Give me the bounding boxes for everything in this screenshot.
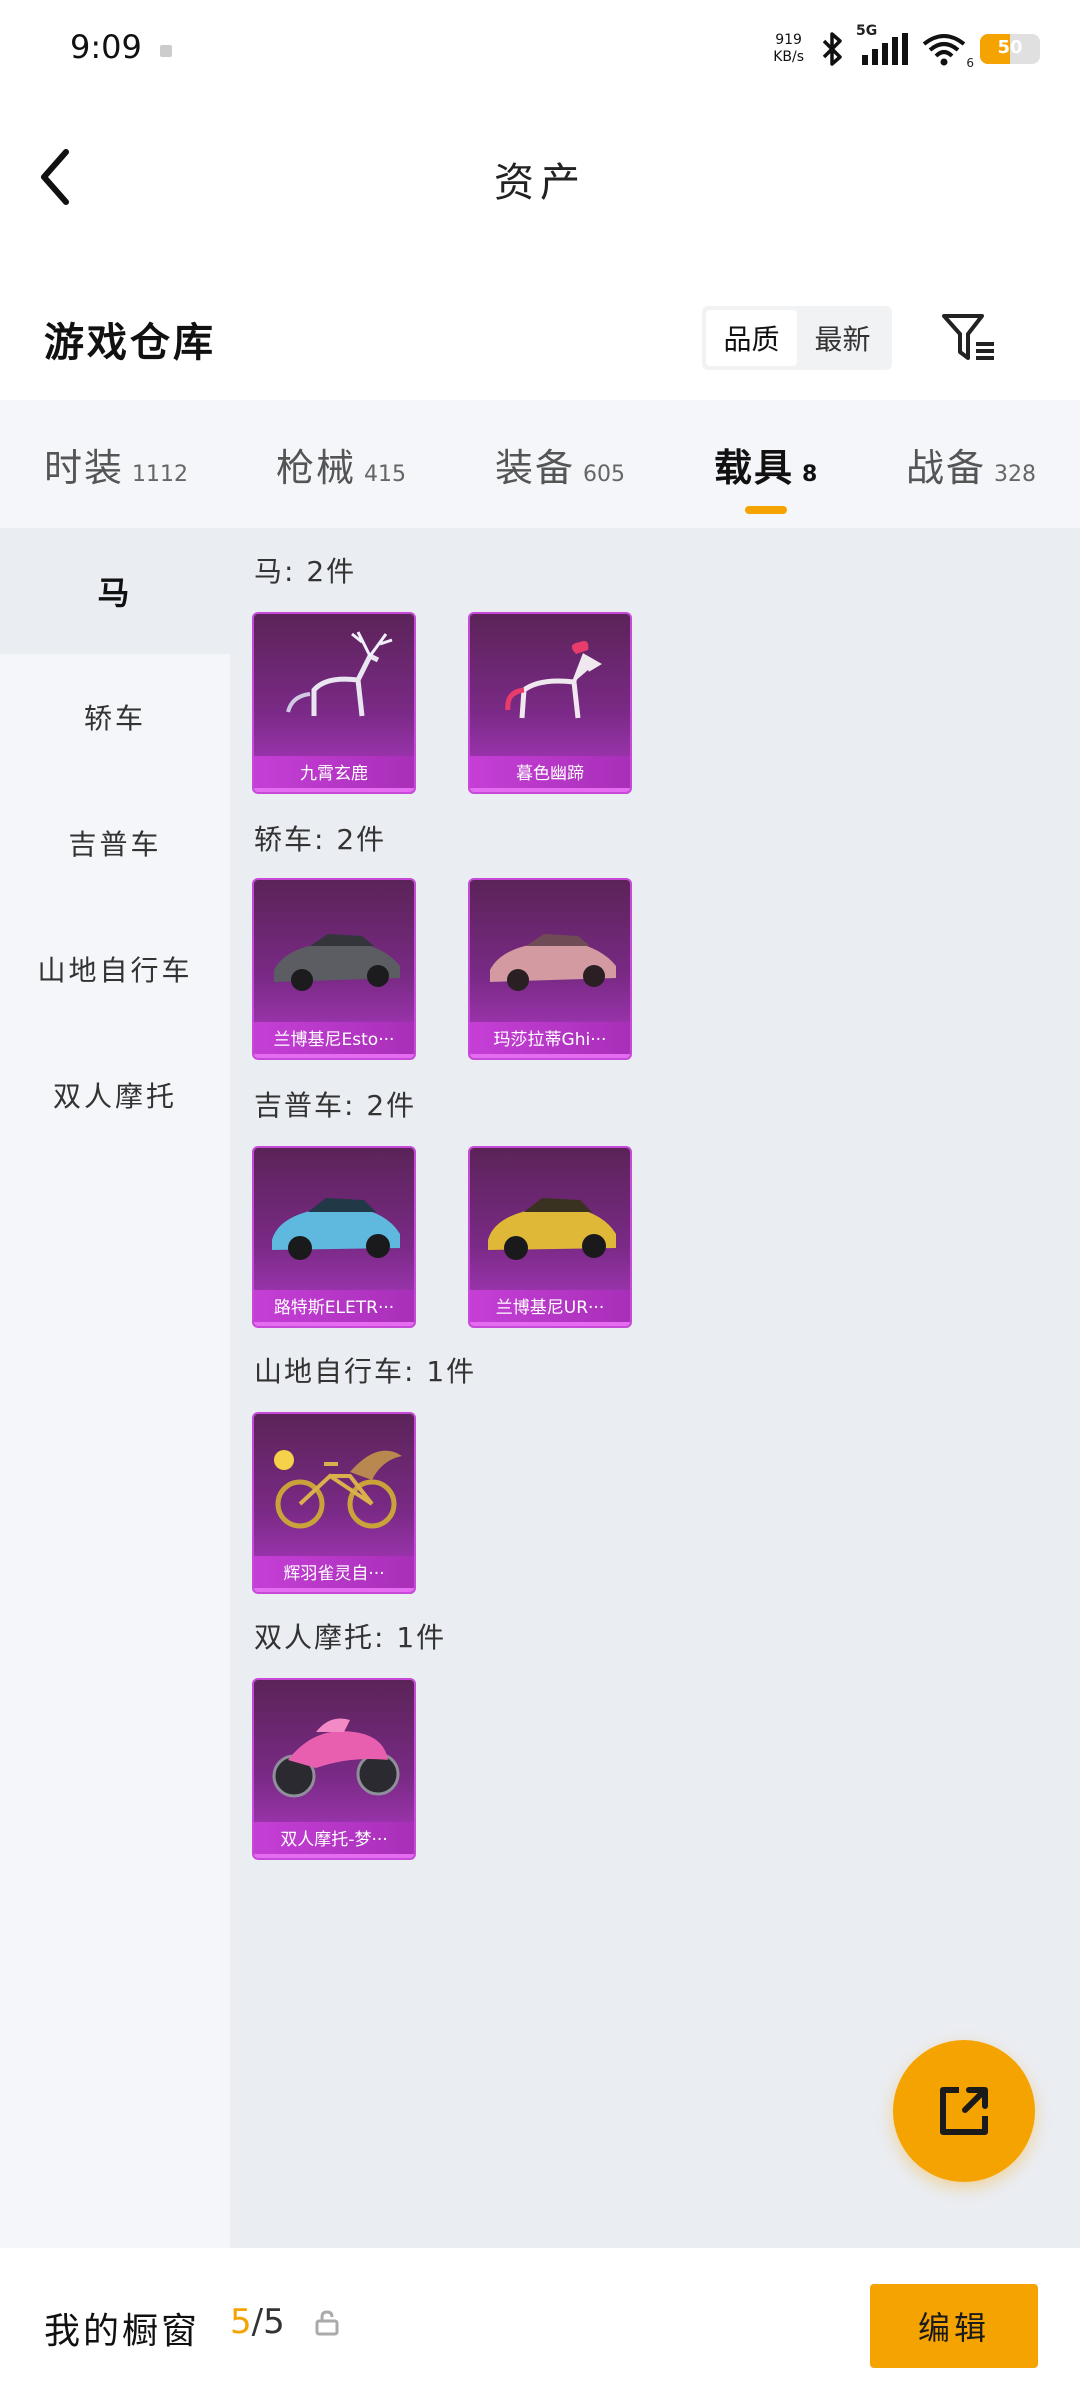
group-title-tandem-motorcycle: 双人摩托: 1件 — [254, 1621, 447, 1654]
sidebar-item-sedan[interactable]: 轿车 — [0, 654, 230, 780]
filter-icon — [942, 314, 994, 360]
page-title: 资产 — [494, 160, 586, 206]
tab-vehicles[interactable]: 载具 8 — [714, 437, 818, 514]
showcase-count: 5/5 — [230, 2302, 285, 2342]
caption-bar — [254, 1588, 414, 1592]
showcase-current: 5 — [230, 2302, 252, 2342]
section-title: 游戏仓库 — [44, 320, 216, 366]
battery-icon: 50 — [980, 34, 1040, 64]
tab-count: 8 — [802, 461, 818, 487]
car-icon — [274, 934, 400, 991]
item-name: 玛莎拉蒂Ghi··· — [470, 1022, 630, 1058]
share-fab-button[interactable] — [893, 2040, 1035, 2182]
tab-count: 605 — [583, 461, 626, 487]
sidebar-item-mountain-bike[interactable]: 山地自行车 — [0, 906, 230, 1032]
bike-icon — [274, 1450, 402, 1529]
sidebar-item-tandem-motorcycle[interactable]: 双人摩托 — [0, 1032, 230, 1158]
caption-bar — [470, 788, 630, 792]
car-icon — [490, 934, 616, 991]
cell-signal-icon: 5G — [856, 23, 908, 65]
card-row-mountain-bike: 辉羽雀灵自··· — [252, 1412, 416, 1594]
item-name: 九霄玄鹿 — [254, 756, 414, 792]
tab-equipment[interactable]: 装备 605 — [495, 437, 625, 492]
status-bar: 9:09 919 KB/s 5G 6 50 — [0, 0, 1080, 100]
caption-bar — [254, 1322, 414, 1326]
lock-icon — [315, 2310, 339, 2336]
net-speed-unit: KB/s — [773, 49, 804, 65]
network-type: 5G — [856, 23, 878, 39]
showcase-label: 我的橱窗 — [44, 2311, 201, 2352]
filter-button[interactable] — [940, 310, 1000, 366]
net-speed: 919 KB/s — [773, 32, 804, 66]
showcase-total: /5 — [251, 2302, 285, 2342]
item-card[interactable]: 路特斯ELETR··· — [252, 1146, 416, 1328]
card-row-sedan: 兰博基尼Esto··· 玛莎拉蒂Ghi··· — [252, 878, 632, 1060]
showcase-bar: 我的橱窗 5/5 编辑 — [0, 2250, 1080, 2400]
sidebar-item-horse[interactable]: 马 — [0, 528, 230, 654]
group-title-mountain-bike: 山地自行车: 1件 — [254, 1355, 477, 1388]
item-name: 兰博基尼UR··· — [470, 1290, 630, 1326]
item-name: 暮色幽蹄 — [470, 756, 630, 792]
tab-count: 415 — [364, 461, 407, 487]
item-card[interactable]: 九霄玄鹿 — [252, 612, 416, 794]
tab-fashion[interactable]: 时装 1112 — [44, 437, 188, 492]
item-name: 双人摩托-梦··· — [254, 1822, 414, 1858]
status-time: 9:09 — [70, 28, 142, 66]
tab-count: 328 — [994, 461, 1037, 487]
item-card[interactable]: 兰博基尼UR··· — [468, 1146, 632, 1328]
caption-bar — [254, 788, 414, 792]
tab-supplies[interactable]: 战备 328 — [906, 437, 1036, 492]
body-area: 马 轿车 吉普车 山地自行车 双人摩托 马: 2件 九霄玄鹿 暮色幽蹄 轿车: … — [0, 528, 1080, 2248]
sort-quality-button[interactable]: 品质 — [706, 310, 797, 366]
category-tabs: 时装 1112 枪械 415 装备 605 载具 8 战备 328 — [0, 400, 1080, 528]
caption-bar — [254, 1854, 414, 1858]
item-card[interactable]: 玛莎拉蒂Ghi··· — [468, 878, 632, 1060]
group-title-jeep: 吉普车: 2件 — [254, 1089, 417, 1122]
wifi-icon: 6 — [922, 32, 974, 70]
tab-label: 装备 — [495, 445, 576, 490]
status-icons: 919 KB/s 5G 6 50 — [773, 23, 1040, 74]
battery-level: 50 — [997, 37, 1023, 58]
tab-label: 战备 — [906, 445, 987, 490]
caption-bar — [470, 1054, 630, 1058]
suv-icon — [488, 1198, 616, 1260]
notification-dot-icon — [160, 45, 172, 57]
sort-toggle: 品质 最新 — [702, 306, 892, 370]
net-speed-value: 919 — [775, 32, 802, 48]
card-row-horse: 九霄玄鹿 暮色幽蹄 — [252, 612, 632, 794]
group-title-horse: 马: 2件 — [254, 555, 357, 588]
caption-bar — [470, 1322, 630, 1326]
tab-count: 1112 — [132, 461, 189, 487]
edit-button[interactable]: 编辑 — [870, 2284, 1038, 2368]
app-header: 资产 — [0, 100, 1080, 250]
group-title-sedan: 轿车: 2件 — [254, 823, 387, 856]
item-name: 路特斯ELETR··· — [254, 1290, 414, 1326]
item-card[interactable]: 兰博基尼Esto··· — [252, 878, 416, 1060]
item-name: 兰博基尼Esto··· — [254, 1022, 414, 1058]
tab-weapons[interactable]: 枪械 415 — [276, 437, 406, 492]
item-card[interactable]: 辉羽雀灵自··· — [252, 1412, 416, 1594]
item-card[interactable]: 双人摩托-梦··· — [252, 1678, 416, 1860]
item-card[interactable]: 暮色幽蹄 — [468, 612, 632, 794]
active-tab-indicator — [744, 505, 787, 514]
wifi-number: 6 — [966, 56, 974, 70]
tab-label: 枪械 — [276, 445, 357, 490]
sort-newest-button[interactable]: 最新 — [797, 310, 888, 366]
horse-icon — [505, 641, 602, 719]
item-name: 辉羽雀灵自··· — [254, 1556, 414, 1592]
card-row-jeep: 路特斯ELETR··· 兰博基尼UR··· — [252, 1146, 632, 1328]
external-link-icon — [940, 2087, 988, 2135]
caption-bar — [254, 1054, 414, 1058]
tab-label: 时装 — [44, 445, 125, 490]
motorcycle-icon — [272, 1718, 400, 1798]
tab-label: 载具 — [714, 445, 795, 490]
sidebar: 马 轿车 吉普车 山地自行车 双人摩托 — [0, 528, 230, 2248]
bluetooth-icon — [822, 32, 842, 66]
card-row-tandem-motorcycle: 双人摩托-梦··· — [252, 1678, 416, 1860]
section-header: 游戏仓库 品质 最新 — [0, 270, 1080, 400]
sidebar-item-jeep[interactable]: 吉普车 — [0, 780, 230, 906]
suv-icon — [272, 1198, 400, 1260]
deer-icon — [286, 631, 393, 717]
